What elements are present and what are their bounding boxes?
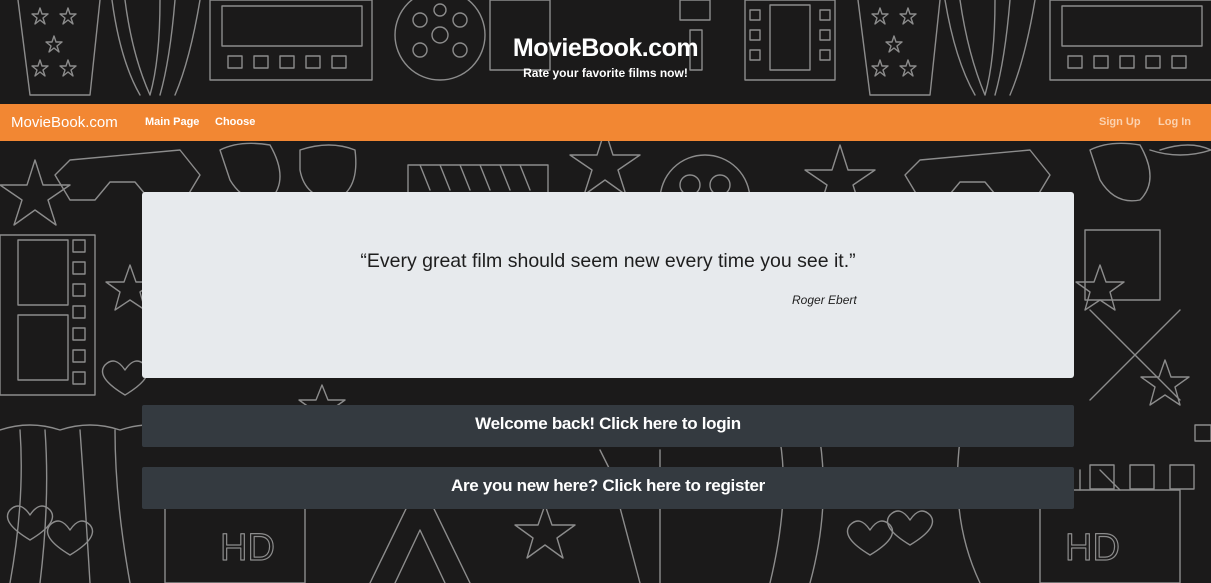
navbar-brand-link[interactable]: MovieBook.com <box>11 114 118 131</box>
navbar: MovieBook.com Main Page Choose Sign Up L… <box>0 104 1211 141</box>
nav-link-sign-up[interactable]: Sign Up <box>1099 116 1141 128</box>
hero-header: MovieBook.com Rate your favorite films n… <box>0 0 1211 104</box>
nav-link-log-in[interactable]: Log In <box>1158 116 1191 128</box>
hero-title: MovieBook.com <box>512 34 699 62</box>
svg-text:HD: HD <box>220 527 275 569</box>
page: HD HD MovieBook.com Rate your favorite f… <box>0 0 1211 583</box>
hero-subtitle: Rate your favorite films now! <box>523 66 688 80</box>
quote-text: “Every great film should seem new every … <box>360 250 856 272</box>
register-button[interactable]: Are you new here? Click here to register <box>142 467 1074 509</box>
quote-author: Roger Ebert <box>792 293 857 307</box>
nav-link-choose[interactable]: Choose <box>215 116 255 128</box>
quote-card: “Every great film should seem new every … <box>142 192 1074 378</box>
nav-link-main-page[interactable]: Main Page <box>145 116 199 128</box>
svg-text:HD: HD <box>1065 527 1120 569</box>
login-button[interactable]: Welcome back! Click here to login <box>142 405 1074 447</box>
